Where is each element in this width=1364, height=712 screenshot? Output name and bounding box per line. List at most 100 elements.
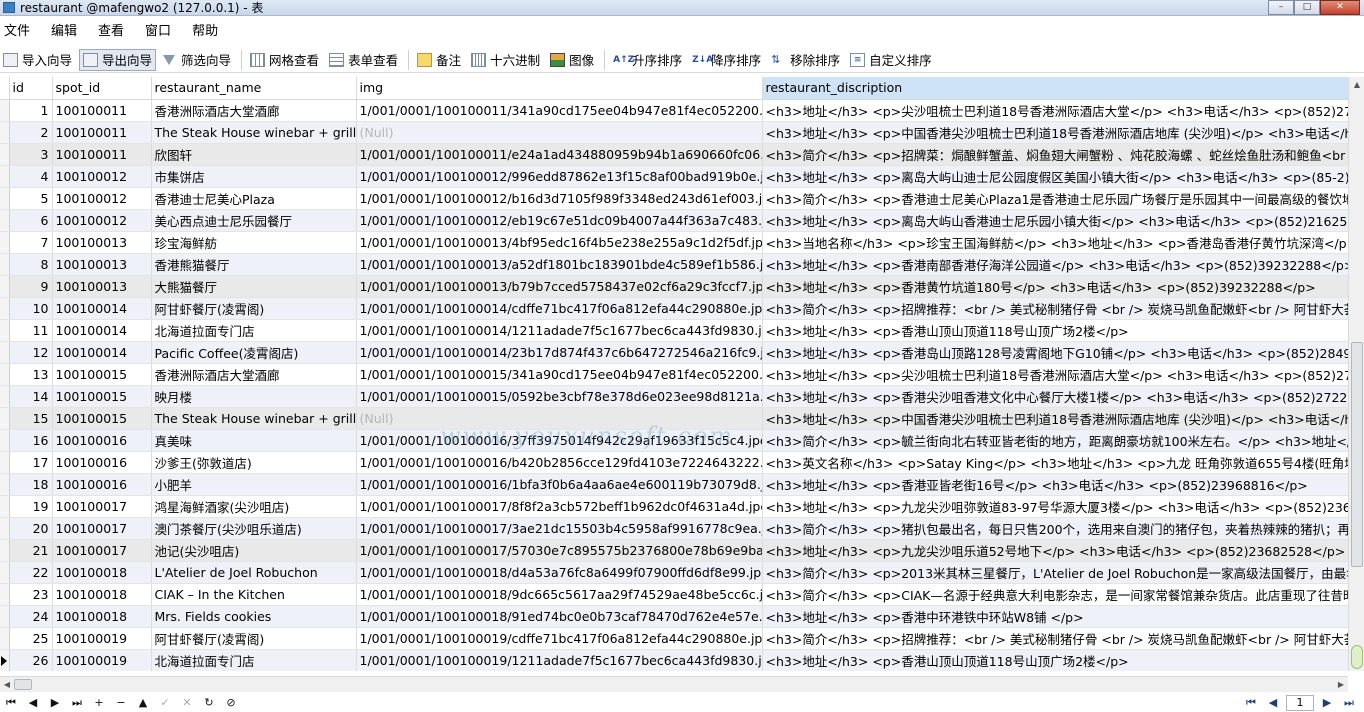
cell-img[interactable]: 1/001/0001/100100013/b79b7cced5758437e02… [356, 275, 763, 298]
cell-restaurant-discription[interactable]: <h3>地址</h3> <p>香港黄竹坑道180号</p> <h3>电话</h3… [762, 275, 1348, 298]
table-row[interactable]: 19 100100017 鸿星海鲜酒家(尖沙咀店) 1/001/0001/100100… [0, 495, 1348, 518]
cell-restaurant-name[interactable]: 北海道拉面专门店 [151, 319, 357, 342]
delete-record-button[interactable]: − [110, 695, 132, 711]
cell-spot-id[interactable]: 100100015 [52, 385, 152, 408]
cell-restaurant-discription[interactable]: <h3>简介</h3> <p>招牌菜：焗酿鲜蟹盖、焖鱼翅大闸蟹粉 、炖花胶海螺 … [762, 143, 1348, 166]
row-indicator[interactable] [0, 363, 10, 386]
cell-id[interactable]: 6 [9, 209, 53, 232]
table-row[interactable]: 11 100100014 北海道拉面专门店 1/001/0001/100100014/… [0, 319, 1348, 342]
cell-restaurant-discription[interactable]: <h3>地址</h3> <p>香港亚皆老街16号</p> <h3>电话</h3>… [762, 473, 1348, 496]
cell-spot-id[interactable]: 100100015 [52, 363, 152, 386]
cell-img[interactable]: (Null) [356, 121, 763, 144]
cell-img[interactable]: 1/001/0001/100100014/1211adade7f5c1677be… [356, 319, 763, 342]
cell-spot-id[interactable]: 100100016 [52, 473, 152, 496]
column-header-spot-id[interactable]: spot_id [52, 77, 152, 100]
cell-id[interactable]: 13 [9, 363, 53, 386]
cell-spot-id[interactable]: 100100013 [52, 231, 152, 254]
cell-id[interactable]: 20 [9, 517, 53, 540]
cell-spot-id[interactable]: 100100012 [52, 165, 152, 188]
row-indicator[interactable] [0, 385, 10, 408]
cell-restaurant-discription[interactable]: <h3>地址</h3> <p>离岛大屿山香港迪士尼乐园小镇大街</p> <h3>… [762, 209, 1348, 232]
table-row[interactable]: 26 100100019 北海道拉面专门店 1/001/0001/100100019/… [0, 649, 1348, 671]
import-wizard-button[interactable]: 导入向导 [0, 49, 75, 71]
table-row[interactable]: 7 100100013 珍宝海鲜舫 1/001/0001/100100013/4bf9… [0, 231, 1348, 254]
cell-id[interactable]: 25 [9, 627, 53, 650]
cell-spot-id[interactable]: 100100011 [52, 143, 152, 166]
cell-id[interactable]: 21 [9, 539, 53, 562]
cell-id[interactable]: 10 [9, 297, 53, 320]
cell-restaurant-name[interactable]: L'Atelier de Joel Robuchon [151, 561, 357, 584]
cell-restaurant-discription[interactable]: <h3>地址</h3> <p>香港山顶山顶道118号山顶广场2楼</p> [762, 649, 1348, 671]
filter-wizard-button[interactable]: 筛选向导 [160, 49, 234, 71]
cell-restaurant-name[interactable]: 市集饼店 [151, 165, 357, 188]
table-row[interactable]: 8 100100013 香港熊猫餐厅 1/001/0001/100100013/a52… [0, 253, 1348, 276]
row-indicator[interactable] [0, 627, 10, 650]
cell-id[interactable]: 24 [9, 605, 53, 628]
cell-spot-id[interactable]: 100100014 [52, 319, 152, 342]
menu-help[interactable]: 帮助 [188, 22, 222, 42]
cell-restaurant-name[interactable]: 欣图轩 [151, 143, 357, 166]
cell-restaurant-discription[interactable]: <h3>地址</h3> <p>尖沙咀梳士巴利道18号香港洲际酒店大堂</p> <… [762, 99, 1348, 122]
column-header-img[interactable]: img [356, 77, 763, 100]
table-row[interactable]: 4 100100012 市集饼店 1/001/0001/100100012/996ed… [0, 165, 1348, 188]
cell-id[interactable]: 22 [9, 561, 53, 584]
table-row[interactable]: 3 100100011 欣图轩 1/001/0001/100100011/e24a1a… [0, 143, 1348, 166]
cell-img[interactable]: 1/001/0001/100100019/cdffe71bc417f06a812… [356, 627, 763, 650]
cell-restaurant-discription[interactable]: <h3>地址</h3> <p>尖沙咀梳士巴利道18号香港洲际酒店大堂</p> <… [762, 363, 1348, 386]
cell-restaurant-discription[interactable]: <h3>英文名称</h3> <p>Satay King</p> <h3>地址</… [762, 451, 1348, 474]
table-row[interactable]: 20 100100017 澳门茶餐厅(尖沙咀乐道店) 1/001/0001/10010… [0, 517, 1348, 540]
table-row[interactable]: 12 100100014 Pacific Coffee(凌霄阁店) 1/001/000… [0, 341, 1348, 364]
cell-restaurant-name[interactable]: 阿甘虾餐厅(凌霄阁) [151, 297, 357, 320]
cell-spot-id[interactable]: 100100014 [52, 341, 152, 364]
cell-id[interactable]: 26 [9, 649, 53, 671]
cell-id[interactable]: 18 [9, 473, 53, 496]
cell-restaurant-discription[interactable]: <h3>简介</h3> <p>CIAK—名源于经典意大利电影杂志，是一间家常餐馆… [762, 583, 1348, 606]
cell-restaurant-discription[interactable]: <h3>地址</h3> <p>香港岛山顶路128号凌霄阁地下G10铺</p> <… [762, 341, 1348, 364]
edit-record-button[interactable]: ▲ [132, 695, 154, 711]
cell-id[interactable]: 9 [9, 275, 53, 298]
menu-view[interactable]: 查看 [94, 22, 128, 42]
cell-spot-id[interactable]: 100100018 [52, 583, 152, 606]
cell-spot-id[interactable]: 100100019 [52, 649, 152, 671]
column-header-id[interactable]: id [9, 77, 53, 100]
row-indicator[interactable] [0, 407, 10, 430]
cell-img[interactable]: 1/001/0001/100100013/4bf95edc16f4b5e238e… [356, 231, 763, 254]
cell-restaurant-discription[interactable]: <h3>地址</h3> <p>离岛大屿山迪士尼公园度假区美国小镇大街</p> <… [762, 165, 1348, 188]
row-indicator[interactable] [0, 231, 10, 254]
row-indicator[interactable] [0, 539, 10, 562]
table-row[interactable]: 1 100100011 香港洲际酒店大堂酒廊 1/001/0001/100100011… [0, 99, 1348, 122]
cell-restaurant-name[interactable]: 珍宝海鲜舫 [151, 231, 357, 254]
cell-restaurant-name[interactable]: Mrs. Fields cookies [151, 605, 357, 628]
table-row[interactable]: 10 100100014 阿甘虾餐厅(凌霄阁) 1/001/0001/10010001… [0, 297, 1348, 320]
cell-restaurant-discription[interactable]: <h3>地址</h3> <p>中国香港尖沙咀梳士巴利道18号香港洲际酒店地库 (… [762, 121, 1348, 144]
row-indicator[interactable] [0, 451, 10, 474]
cell-restaurant-discription[interactable]: <h3>地址</h3> <p>中国香港尖沙咀梳士巴利道18号香港洲际酒店地库 (… [762, 407, 1348, 430]
cell-restaurant-discription[interactable]: <h3>地址</h3> <p>香港尖沙咀香港文化中心餐厅大楼1楼</p> <h3… [762, 385, 1348, 408]
cell-id[interactable]: 11 [9, 319, 53, 342]
cell-img[interactable]: (Null) [356, 407, 763, 430]
cell-restaurant-name[interactable]: 阿甘虾餐厅(凌霄阁) [151, 627, 357, 650]
grid-view-button[interactable]: 网格查看 [247, 49, 322, 71]
table-row[interactable]: 15 100100015 The Steak House winebar + gri… [0, 407, 1348, 430]
horizontal-scrollbar[interactable]: ◀ ▶ [0, 676, 1348, 692]
cell-id[interactable]: 15 [9, 407, 53, 430]
cell-restaurant-name[interactable]: 大熊猫餐厅 [151, 275, 357, 298]
cell-restaurant-name[interactable]: 小肥羊 [151, 473, 357, 496]
row-indicator[interactable] [0, 209, 10, 232]
cell-restaurant-name[interactable]: 真美味 [151, 429, 357, 452]
cell-img[interactable]: 1/001/0001/100100017/8f8f2a3cb572beff1b9… [356, 495, 763, 518]
row-indicator[interactable] [0, 517, 10, 540]
add-record-button[interactable]: + [88, 695, 110, 711]
row-indicator[interactable] [0, 275, 10, 298]
table-row[interactable]: 21 100100017 池记(尖沙咀店) 1/001/0001/100100017/… [0, 539, 1348, 562]
maximize-button[interactable]: □ [1294, 0, 1320, 15]
close-button[interactable]: ✕ [1320, 0, 1360, 15]
cell-img[interactable]: 1/001/0001/100100014/23b17d874f437c6b647… [356, 341, 763, 364]
sort-descending-button[interactable]: Z↓A 降序排序 [689, 49, 764, 71]
cell-restaurant-discription[interactable]: <h3>地址</h3> <p>香港南部香港仔海洋公园道</p> <h3>电话</… [762, 253, 1348, 276]
cell-restaurant-discription[interactable]: <h3>简介</h3> <p>猪扒包最出名，每日只售200个，选用来自澳门的猪仔… [762, 517, 1348, 540]
side-panel-toggle[interactable] [1351, 645, 1363, 669]
table-row[interactable]: 24 100100018 Mrs. Fields cookies 1/001/0001… [0, 605, 1348, 628]
vertical-scroll-thumb[interactable] [1351, 342, 1363, 567]
vertical-scrollbar[interactable]: ▲ [1348, 77, 1364, 671]
